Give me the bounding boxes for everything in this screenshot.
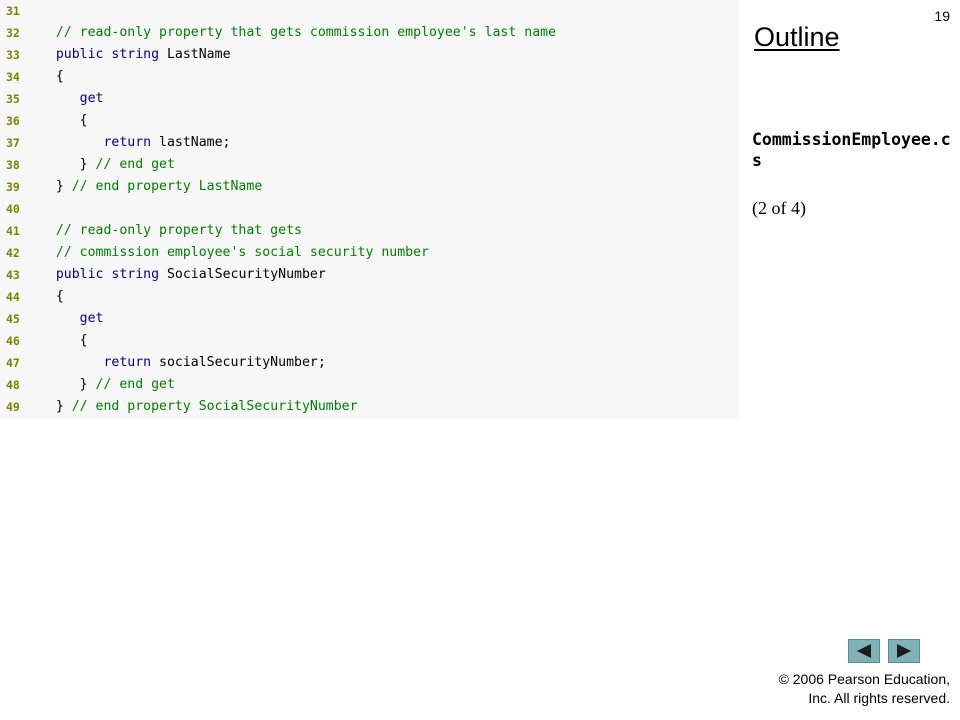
code-token: } — [32, 377, 96, 392]
triangle-left-icon — [857, 644, 871, 658]
code-token: { — [32, 289, 64, 304]
code-line: 46 { — [0, 330, 739, 352]
code-line: 41 // read-only property that gets — [0, 220, 739, 242]
triangle-right-icon — [897, 644, 911, 658]
line-number: 41 — [6, 224, 20, 238]
code-comment: // end property SocialSecurityNumber — [71, 399, 358, 414]
code-text: // read-only property that gets — [32, 220, 302, 242]
line-number: 40 — [6, 202, 20, 216]
part-label: (2 of 4) — [752, 198, 806, 218]
line-number: 38 — [6, 158, 20, 172]
code-line: 47 return socialSecurityNumber; — [0, 352, 739, 374]
line-number: 47 — [6, 356, 20, 370]
code-line: 37 return lastName; — [0, 132, 739, 154]
code-keyword: return — [32, 135, 152, 150]
code-line: 35 get — [0, 88, 739, 110]
outline-title: Outline — [754, 22, 840, 52]
code-text: get — [32, 88, 104, 110]
code-text: } // end property SocialSecurityNumber — [32, 396, 358, 418]
code-token: { — [32, 69, 64, 84]
code-keyword: public string — [32, 267, 160, 282]
copyright-line-1: © 2006 Pearson Education, — [778, 671, 950, 687]
code-line: 44 { — [0, 286, 739, 308]
code-token: lastName; — [151, 135, 231, 150]
line-number: 48 — [6, 378, 20, 392]
code-comment: // end get — [95, 157, 175, 172]
line-number: 31 — [6, 4, 20, 18]
line-number: 36 — [6, 114, 20, 128]
code-comment: // end get — [95, 377, 175, 392]
previous-slide-button[interactable] — [848, 639, 880, 663]
code-token: } — [32, 157, 96, 172]
code-line: 49 } // end property SocialSecurityNumbe… — [0, 396, 739, 418]
code-line: 45 get — [0, 308, 739, 330]
code-text: { — [32, 330, 88, 352]
code-token: { — [32, 333, 88, 348]
code-comment: // end property LastName — [71, 179, 263, 194]
code-line: 48 } // end get — [0, 374, 739, 396]
code-text: { — [32, 286, 64, 308]
code-token: socialSecurityNumber; — [151, 355, 326, 370]
code-line: 34 { — [0, 66, 739, 88]
line-number: 34 — [6, 70, 20, 84]
code-text: return lastName; — [32, 132, 231, 154]
line-number: 45 — [6, 312, 20, 326]
code-text: { — [32, 110, 88, 132]
code-line: 36 { — [0, 110, 739, 132]
code-line: 39 } // end property LastName — [0, 176, 739, 198]
line-number: 46 — [6, 334, 20, 348]
code-line: 31 — [0, 0, 739, 22]
code-keyword: get — [32, 311, 104, 326]
code-text: public string SocialSecurityNumber — [32, 264, 326, 286]
code-text: // commission employee's social security… — [32, 242, 429, 264]
code-keyword: get — [32, 91, 104, 106]
next-slide-button[interactable] — [888, 639, 920, 663]
code-token: SocialSecurityNumber — [159, 267, 326, 282]
copyright-line-2: Inc. All rights reserved. — [808, 690, 950, 706]
line-number: 35 — [6, 92, 20, 106]
code-text: public string LastName — [32, 44, 231, 66]
line-number: 37 — [6, 136, 20, 150]
code-comment: // commission employee's social security… — [32, 245, 429, 260]
page-number: 19 — [934, 8, 950, 24]
line-number: 33 — [6, 48, 20, 62]
code-token: } — [32, 179, 72, 194]
code-text: } // end get — [32, 374, 175, 396]
code-text: } // end property LastName — [32, 176, 262, 198]
code-token: LastName — [159, 47, 231, 62]
code-text: return socialSecurityNumber; — [32, 352, 326, 374]
code-line: 42 // commission employee's social secur… — [0, 242, 739, 264]
code-comment: // read-only property that gets — [32, 223, 302, 238]
code-comment: // read-only property that gets commissi… — [32, 25, 557, 40]
line-number: 32 — [6, 26, 20, 40]
code-text: get — [32, 308, 104, 330]
code-keyword: public string — [32, 47, 160, 62]
line-number: 42 — [6, 246, 20, 260]
code-keyword: return — [32, 355, 152, 370]
code-token: } — [32, 399, 72, 414]
code-line: 40 — [0, 198, 739, 220]
code-line: 43 public string SocialSecurityNumber — [0, 264, 739, 286]
code-token: { — [32, 113, 88, 128]
code-text: // read-only property that gets commissi… — [32, 22, 556, 44]
code-line: 32 // read-only property that gets commi… — [0, 22, 739, 44]
line-number: 44 — [6, 290, 20, 304]
code-listing: 31 32 // read-only property that gets com… — [0, 0, 739, 419]
line-number: 43 — [6, 268, 20, 282]
code-text: } // end get — [32, 154, 175, 176]
file-name: CommissionEmployee.cs — [752, 130, 951, 170]
code-line: 38 } // end get — [0, 154, 739, 176]
code-line: 33 public string LastName — [0, 44, 739, 66]
code-text: { — [32, 66, 64, 88]
line-number: 39 — [6, 180, 20, 194]
copyright-notice: © 2006 Pearson Education, Inc. All right… — [730, 670, 950, 708]
line-number: 49 — [6, 400, 20, 414]
